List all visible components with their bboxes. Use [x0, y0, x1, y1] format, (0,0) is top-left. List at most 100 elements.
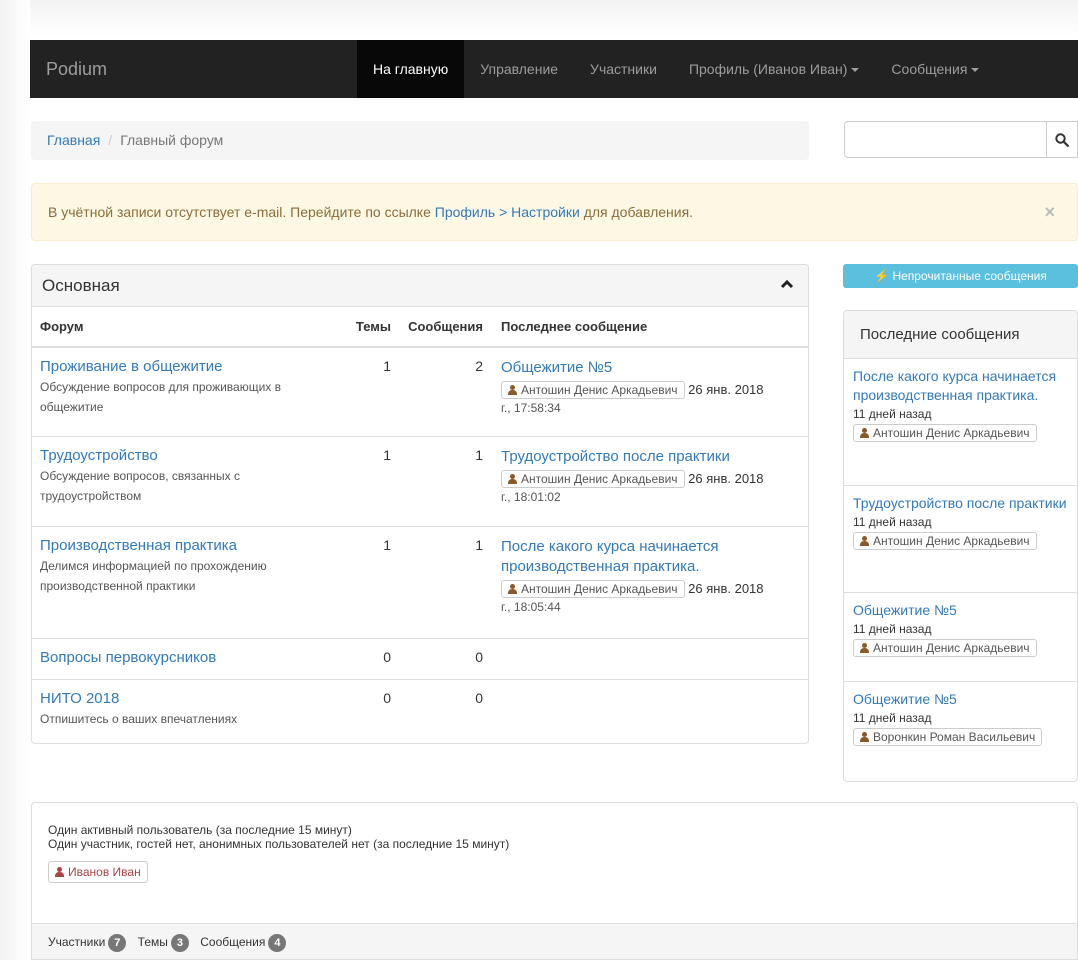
stat-topics-badge: 3	[170, 934, 189, 952]
user-label[interactable]: Антошин Денис Аркадьевич	[853, 639, 1037, 657]
nav-item-admin[interactable]: Управление	[464, 40, 574, 98]
user-label[interactable]: Антошин Денис Аркадьевич	[501, 469, 685, 488]
user-label[interactable]: Воронкин Роман Васильевич	[853, 728, 1043, 746]
email-warning-alert: В учётной записи отсутствует e-mail. Пер…	[31, 183, 1078, 241]
list-item: После какого курса начинается производст…	[844, 359, 1077, 486]
table-row: Производственная практика Делимся информа…	[32, 525, 808, 638]
user-label[interactable]: Антошин Денис Аркадьевич	[501, 381, 685, 399]
table-row: НИТО 2018 Отпишитесь о ваших впечатлениях…	[32, 678, 808, 742]
panel-heading: Основная	[32, 265, 808, 307]
recent-topic-link[interactable]: Трудоустройство после практики	[853, 494, 1069, 513]
forum-link[interactable]: Трудоустройство	[40, 447, 334, 464]
list-item: Трудоустройство после практики 11 дней н…	[844, 486, 1077, 593]
alert-text: В учётной записи отсутствует e-mail. Пер…	[48, 204, 435, 220]
col-last-message: Последнее сообщение	[491, 307, 808, 348]
user-icon	[508, 583, 517, 594]
user-icon	[860, 643, 869, 653]
recent-messages-panel: Последние сообщения После какого курса н…	[843, 310, 1078, 782]
user-icon	[860, 428, 869, 438]
nav-item-label: На главную	[373, 61, 449, 77]
user-name: Антошин Денис Аркадьевич	[873, 426, 1030, 440]
list-item: Общежитие №5 11 дней назад Антошин Денис…	[844, 593, 1077, 682]
forum-description: Отпишитесь о ваших впечатлениях	[40, 711, 238, 726]
close-icon[interactable]: ×	[1044, 184, 1055, 240]
forum-link[interactable]: Производственная практика	[40, 537, 334, 554]
user-icon	[508, 385, 517, 395]
messages-count: 1	[399, 525, 491, 638]
nav-item-label: Профиль (Иванов Иван)	[688, 61, 848, 77]
alert-text-end: для добавления.	[579, 204, 694, 220]
unread-messages-button[interactable]: ⚡ Непрочитанные сообщения	[843, 264, 1078, 288]
stats-footer: Участники 7 Темы 3 Сообщения 4	[32, 923, 1077, 959]
online-user-label[interactable]: Иванов Иван	[48, 861, 148, 883]
recent-messages-heading: Последние сообщения	[844, 311, 1077, 359]
last-topic-link[interactable]: Трудоустройство после практики	[501, 447, 800, 467]
chevron-up-icon[interactable]	[780, 279, 794, 289]
top-navbar: Podium На главную Управление Участники П…	[30, 40, 1078, 98]
search-button[interactable]	[1047, 121, 1078, 158]
user-icon	[860, 536, 869, 546]
caret-down-icon	[851, 68, 860, 73]
search-icon	[1055, 132, 1069, 147]
breadcrumb-home-link[interactable]: Главная	[47, 132, 100, 148]
stat-members-badge: 7	[108, 934, 127, 952]
forum-description: Обсуждение вопросов для проживающих в об…	[40, 380, 282, 414]
active-users-text: Один активный пользователь (за последние…	[48, 823, 352, 837]
topics-count: 1	[342, 435, 399, 526]
nav-item-members[interactable]: Участники	[574, 40, 673, 98]
user-label[interactable]: Антошин Денис Аркадьевич	[853, 532, 1037, 550]
last-date: 26 янв. 2018	[688, 470, 764, 486]
forum-link[interactable]: НИТО 2018	[40, 690, 334, 707]
nav-item-profile[interactable]: Профиль (Иванов Иван)	[673, 40, 875, 98]
recent-ago: 11 дней назад	[853, 622, 932, 636]
last-date: 26 янв. 2018	[688, 580, 764, 596]
breadcrumb: Главная / Главный форум	[31, 121, 809, 160]
topics-count: 1	[342, 346, 399, 436]
last-date: 26 янв. 2018	[688, 382, 764, 397]
breadcrumb-separator: /	[108, 132, 113, 148]
stats-body: Один активный пользователь (за последние…	[32, 803, 1077, 883]
user-label[interactable]: Антошин Денис Аркадьевич	[853, 424, 1037, 442]
col-messages: Сообщения	[399, 307, 491, 348]
forum-description: Обсуждение вопросов, связанных с трудоус…	[40, 468, 240, 503]
nav-item-messages[interactable]: Сообщения	[875, 40, 995, 98]
recent-topic-link[interactable]: Общежитие №5	[853, 601, 1069, 620]
breadcrumb-current: Главный форум	[120, 132, 224, 148]
forum-link[interactable]: Проживание в общежитие	[40, 358, 334, 375]
forum-panel: Основная Форум Темы Сообщения Последнее …	[31, 264, 809, 744]
user-icon	[55, 867, 64, 877]
user-name: Иванов Иван	[68, 865, 141, 879]
messages-count: 2	[399, 346, 491, 436]
topics-count: 1	[342, 525, 399, 638]
recent-ago: 11 дней назад	[853, 515, 932, 529]
last-topic-link[interactable]: После какого курса начинается производст…	[501, 537, 800, 577]
forum-link[interactable]: Вопросы первокурсников	[40, 649, 334, 666]
recent-ago: 11 дней назад	[853, 407, 932, 421]
nav-menu: На главную Управление Участники Профиль …	[357, 40, 995, 98]
col-topics: Темы	[342, 307, 399, 348]
nav-item-home[interactable]: На главную	[357, 40, 465, 98]
recent-topic-link[interactable]: После какого курса начинается производст…	[853, 367, 1069, 405]
user-icon	[860, 732, 869, 742]
user-name: Антошин Денис Аркадьевич	[521, 383, 678, 397]
user-label[interactable]: Антошин Денис Аркадьевич	[501, 579, 685, 598]
stat-topics-label: Темы	[137, 935, 168, 949]
panel-title: Основная	[42, 276, 120, 295]
table-header-row: Форум Темы Сообщения Последнее сообщение	[32, 307, 808, 348]
page-shadow-left	[0, 0, 30, 960]
user-name: Антошин Денис Аркадьевич	[521, 581, 678, 596]
col-forum: Форум	[32, 307, 342, 348]
messages-count: 0	[399, 678, 491, 742]
nav-item-label: Сообщения	[891, 61, 968, 77]
brand-logo[interactable]: Podium	[30, 59, 357, 80]
nav-item-label: Участники	[590, 61, 657, 77]
table-row: Проживание в общежитие Обсуждение вопросо…	[32, 346, 808, 436]
search-input[interactable]	[844, 121, 1047, 158]
topics-count: 0	[342, 678, 399, 742]
stat-messages-label: Сообщения	[200, 935, 266, 949]
last-topic-link[interactable]: Общежитие №5	[501, 358, 800, 378]
table-row: Вопросы первокурсников 0 0	[32, 637, 808, 679]
recent-topic-link[interactable]: Общежитие №5	[853, 690, 1069, 709]
forum-table: Форум Темы Сообщения Последнее сообщение…	[32, 307, 808, 742]
profile-settings-link[interactable]: Профиль > Настройки	[435, 204, 580, 220]
